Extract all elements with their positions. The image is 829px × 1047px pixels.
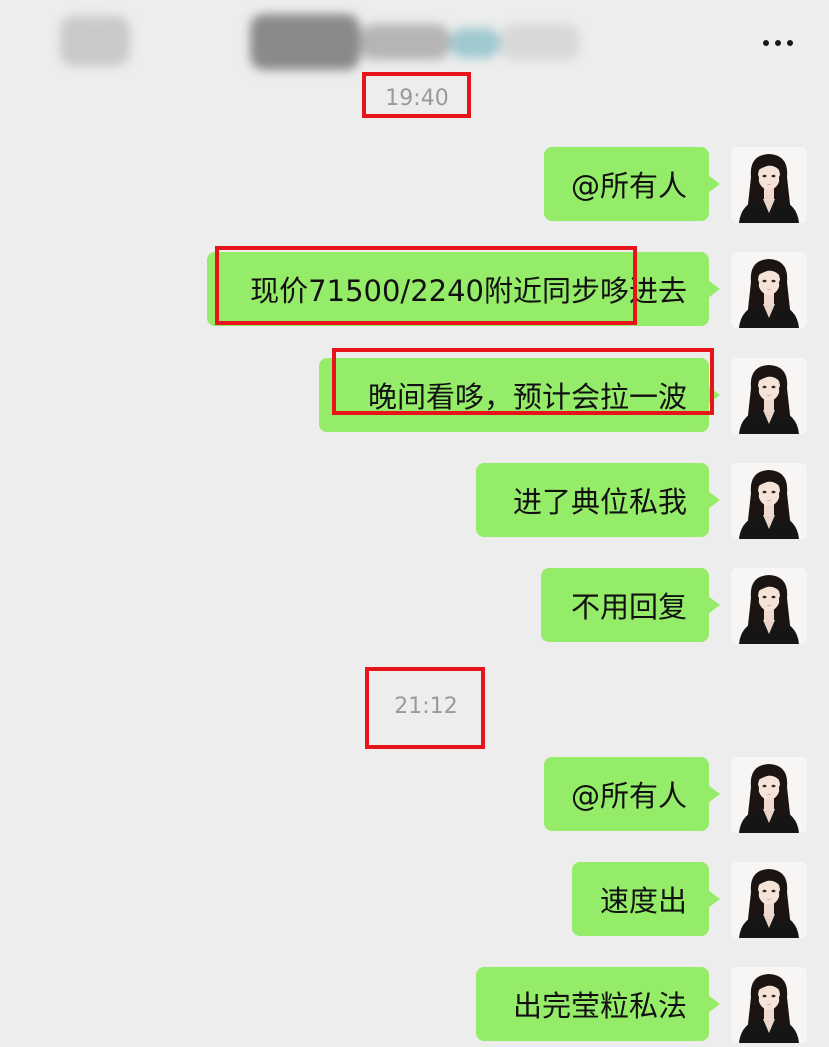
- message-bubble[interactable]: 速度出: [572, 862, 720, 936]
- message-text: @所有人: [570, 779, 687, 813]
- message-bubble[interactable]: @所有人: [544, 147, 720, 221]
- message-text: 晚间看哆，预计会拉一波: [367, 380, 687, 414]
- more-horizontal-icon: [763, 40, 769, 46]
- message-text: 速度出: [599, 884, 687, 918]
- message-bubble[interactable]: 出完莹粒私法: [476, 967, 720, 1041]
- message-bubble[interactable]: 不用回复: [541, 568, 720, 642]
- avatar[interactable]: [731, 252, 807, 328]
- message-text: 进了典位私我: [512, 485, 687, 519]
- avatar[interactable]: [731, 862, 807, 938]
- avatar[interactable]: [731, 147, 807, 223]
- message-text: @所有人: [570, 169, 687, 203]
- avatar-image: [731, 967, 807, 1043]
- chat-header: [0, 0, 829, 86]
- avatar-image: [731, 147, 807, 223]
- message-bubble[interactable]: 现价71500/2240附近同步哆进去: [207, 252, 720, 326]
- avatar[interactable]: [731, 967, 807, 1043]
- message-bubble[interactable]: 晚间看哆，预计会拉一波: [319, 358, 720, 432]
- avatar[interactable]: [731, 757, 807, 833]
- avatar[interactable]: [731, 568, 807, 644]
- avatar-image: [731, 358, 807, 434]
- message-bubble[interactable]: @所有人: [544, 757, 720, 831]
- avatar-image: [731, 568, 807, 644]
- message-text: 不用回复: [570, 590, 687, 624]
- avatar-image: [731, 463, 807, 539]
- avatar-image: [731, 757, 807, 833]
- message-text: 现价71500/2240附近同步哆进去: [250, 274, 687, 308]
- avatar-image: [731, 252, 807, 328]
- avatar[interactable]: [731, 358, 807, 434]
- message-text: 出完莹粒私法: [512, 989, 687, 1023]
- timestamp: 19:40: [385, 86, 449, 111]
- avatar-image: [731, 862, 807, 938]
- avatar[interactable]: [731, 463, 807, 539]
- timestamp: 21:12: [394, 694, 458, 719]
- message-bubble[interactable]: 进了典位私我: [476, 463, 720, 537]
- more-options-button[interactable]: [748, 18, 808, 68]
- blurred-chat-title: [40, 6, 600, 76]
